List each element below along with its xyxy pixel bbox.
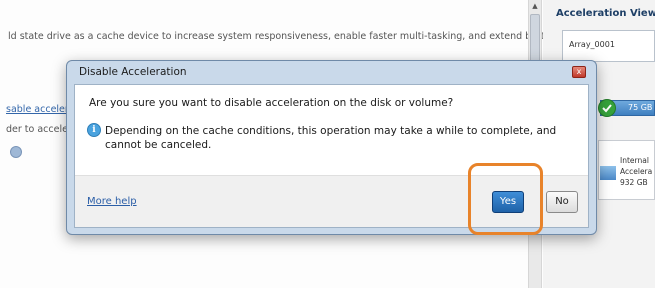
cache-capacity-label: 75 GB (628, 103, 653, 112)
background-description: ld state drive as a cache device to incr… (8, 31, 560, 42)
array-name: Array_0001 (569, 40, 615, 49)
background-text: der to acceler (6, 124, 68, 135)
no-button[interactable]: No (546, 191, 578, 213)
more-help-link[interactable]: More help (87, 196, 137, 207)
dialog-title: Disable Acceleration (79, 66, 187, 78)
info-icon: i (87, 123, 101, 137)
yes-button-highlight-annotation (468, 163, 543, 235)
info-message: Depending on the cache conditions, this … (105, 125, 557, 151)
acceleration-view-title: Acceleration View (556, 8, 655, 19)
close-icon[interactable]: x (572, 66, 586, 78)
drive-card-size: 932 GB (620, 178, 648, 187)
background-disable-acceleration-link[interactable]: sable acceler (6, 104, 68, 115)
scroll-up-arrow-icon[interactable]: ▲ (530, 1, 540, 11)
drive-icon (600, 166, 616, 180)
check-icon (598, 99, 616, 117)
drive-card-line-2: Accelera (620, 167, 653, 176)
confirmation-question: Are you sure you want to disable acceler… (89, 97, 454, 109)
help-icon[interactable] (10, 146, 22, 158)
drive-card-line-1: Internal (620, 156, 649, 165)
